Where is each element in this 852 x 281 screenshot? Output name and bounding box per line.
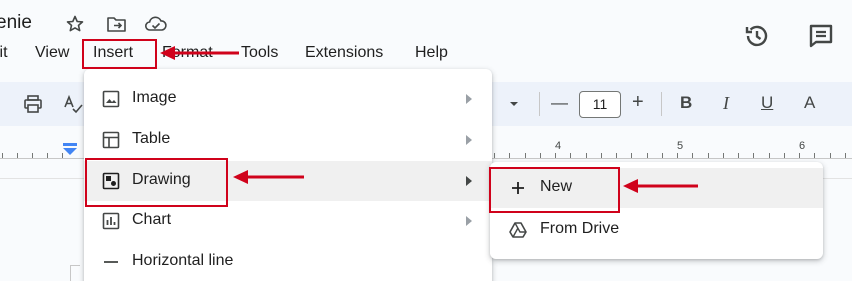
text-color-button[interactable]: A [804, 93, 815, 113]
indent-marker-icon[interactable] [62, 143, 78, 162]
annotation-box-new [489, 167, 620, 213]
ruler-number: 6 [799, 140, 806, 152]
menu-help[interactable]: Help [415, 44, 448, 62]
ruler-tick [677, 153, 678, 158]
ruler-tick [62, 153, 63, 158]
menu-item-label: Table [132, 130, 171, 147]
ruler-tick [783, 153, 785, 158]
annotation-arrow-insert [160, 46, 239, 60]
chart-icon [101, 211, 121, 231]
ruler-tick [814, 153, 816, 158]
image-icon [101, 89, 121, 109]
menu-item-image[interactable]: Image [84, 79, 492, 119]
ruler-tick [32, 153, 33, 158]
ruler-tick [646, 153, 648, 158]
menu-view[interactable]: View [35, 44, 69, 62]
menu-item-label: Image [132, 89, 177, 106]
increase-font-size-button[interactable]: + [632, 91, 644, 114]
annotation-box-insert [82, 39, 157, 69]
ruler-tick [722, 153, 724, 158]
submenu-arrow-icon [464, 133, 474, 145]
page-corner-marker [70, 265, 80, 281]
font-dropdown-arrow-icon[interactable] [508, 94, 520, 114]
ruler-tick [509, 153, 511, 158]
ruler-tick [17, 153, 18, 158]
ruler-tick [631, 153, 633, 158]
ruler-tick [2, 153, 3, 158]
italic-button[interactable]: I [723, 93, 729, 114]
ruler-tick [494, 153, 495, 158]
menu-item-horizontal-line[interactable]: Horizontal line [84, 242, 492, 281]
toolbar-divider [539, 92, 540, 116]
submenu-arrow-icon [464, 174, 474, 186]
ruler-tick [616, 153, 617, 158]
menu-item-label: From Drive [540, 220, 620, 237]
menu-item-from-drive[interactable]: From Drive [490, 210, 823, 250]
ruler-tick [600, 153, 602, 158]
move-to-folder-icon[interactable] [106, 14, 126, 34]
menu-tools[interactable]: Tools [241, 44, 278, 62]
annotation-box-drawing [85, 158, 228, 207]
underline-button[interactable]: U [761, 93, 773, 113]
cloud-status-icon[interactable] [144, 14, 167, 34]
ruler-tick [707, 153, 709, 158]
ruler-tick [47, 153, 48, 158]
ruler-tick [539, 153, 541, 158]
ruler-tick [768, 153, 770, 158]
submenu-arrow-icon [464, 214, 474, 226]
ruler-tick [829, 153, 831, 158]
ruler-tick [753, 153, 755, 158]
menu-extensions[interactable]: Extensions [305, 44, 383, 62]
ruler-tick [570, 153, 572, 158]
font-size-input[interactable]: 11 [579, 91, 621, 118]
ruler-tick [799, 153, 800, 158]
ruler-tick [585, 153, 587, 158]
ruler-tick [692, 153, 694, 158]
ruler-tick [524, 153, 526, 158]
toolbar-divider [661, 92, 662, 116]
menu-item-label: Horizontal line [132, 252, 234, 269]
annotation-arrow-drawing [233, 170, 304, 184]
ruler-tick [738, 153, 739, 158]
menu-item-chart[interactable]: Chart [84, 201, 492, 241]
menu-item-label: Chart [132, 211, 172, 228]
drive-icon [508, 220, 528, 240]
decrease-font-size-button[interactable]: — [551, 93, 568, 113]
ruler-tick [844, 153, 846, 158]
table-icon [101, 130, 121, 150]
submenu-arrow-icon [464, 92, 474, 104]
star-icon[interactable] [65, 14, 85, 34]
ruler-tick [555, 153, 556, 158]
print-icon[interactable] [23, 94, 43, 114]
ruler-tick [661, 153, 663, 158]
document-title[interactable]: enie [0, 12, 32, 34]
ruler-number: 5 [677, 140, 684, 152]
menu-item-table[interactable]: Table [84, 120, 492, 160]
annotation-arrow-new [623, 179, 698, 193]
horizontal-line-icon [101, 252, 121, 272]
comments-icon[interactable] [807, 22, 833, 48]
bold-button[interactable]: B [680, 93, 692, 113]
ruler-number: 4 [555, 140, 562, 152]
version-history-icon[interactable] [743, 22, 769, 48]
spellcheck-icon[interactable] [63, 94, 85, 114]
menu-edit[interactable]: lit [0, 44, 8, 62]
